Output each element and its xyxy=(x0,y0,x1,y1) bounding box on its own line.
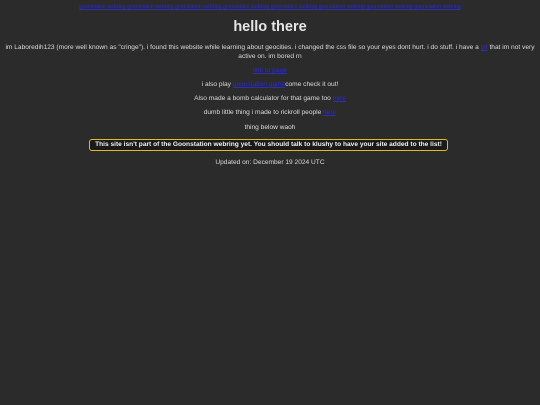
play-suffix: come check it out! xyxy=(285,81,339,88)
play-prefix: i also play xyxy=(201,81,233,88)
top-banner: goonstation webring goonstation webring … xyxy=(0,4,540,11)
thing-below-text: thing below waoh xyxy=(244,124,296,131)
link-line-1: link to page xyxy=(0,66,540,75)
top-banner-link[interactable]: goonstation webring goonstation webring … xyxy=(79,4,461,10)
page-title: hello there xyxy=(233,19,307,35)
git-link[interactable]: git xyxy=(481,44,488,51)
webring-notice: This site isn't part of the Goonstation … xyxy=(89,139,448,151)
page-link[interactable]: link to page xyxy=(253,67,287,74)
calculator-line: Also made a bomb calculator for that gam… xyxy=(0,94,540,103)
intro-text-start: im Laboredih123 (more well known as "cri… xyxy=(5,44,481,51)
updated-timestamp: Updated on: December 19 2024 UTC xyxy=(215,159,325,166)
play-line: i also play goonstation gamecome check i… xyxy=(0,80,540,89)
goonstation-link[interactable]: goonstation game xyxy=(233,81,285,88)
rickroll-line: dumb little thing i made to rickroll peo… xyxy=(0,108,540,117)
rickroll-text: dumb little thing i made to rickroll peo… xyxy=(203,109,324,116)
calculator-link[interactable]: here xyxy=(333,95,346,102)
rickroll-link[interactable]: here xyxy=(323,109,336,116)
calculator-text: Also made a bomb calculator for that gam… xyxy=(194,95,333,102)
intro-paragraph: im Laboredih123 (more well known as "cri… xyxy=(4,43,536,61)
